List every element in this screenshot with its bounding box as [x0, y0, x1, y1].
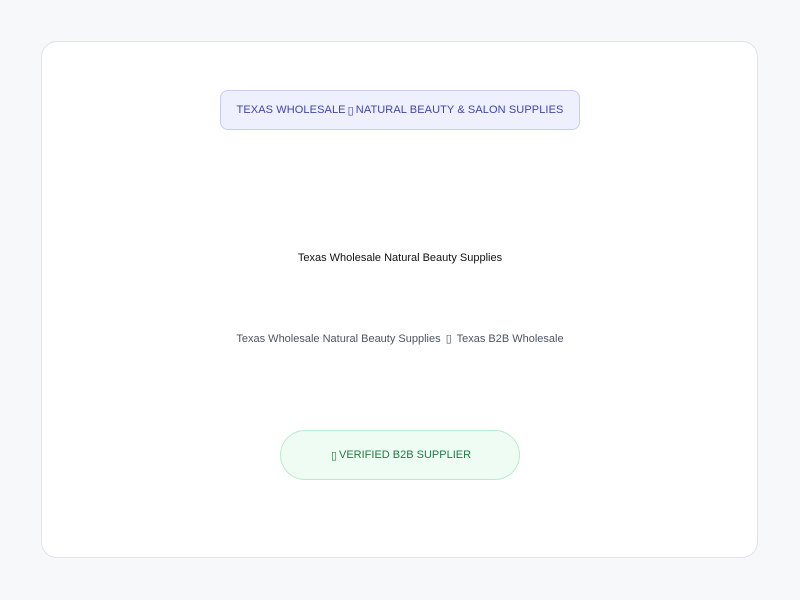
banner-separator: ▯ — [347, 104, 354, 117]
page-subtitle: Texas Wholesale Natural Beauty Supplies … — [0, 332, 800, 345]
subtitle-left-text: Texas Wholesale Natural Beauty Supplies — [236, 333, 441, 345]
subtitle-separator: ▯ — [445, 333, 452, 345]
category-banner: TEXAS WHOLESALE ▯ NATURAL BEAUTY & SALON… — [220, 90, 580, 130]
subtitle-right-text: Texas B2B Wholesale — [456, 333, 564, 345]
verified-icon: ▯ — [330, 449, 337, 462]
verified-supplier-badge: ▯ VERIFIED B2B SUPPLIER — [280, 430, 520, 480]
page-title: Texas Wholesale Natural Beauty Supplies — [297, 252, 503, 264]
banner-right-text: NATURAL BEAUTY & SALON SUPPLIES — [355, 104, 564, 116]
banner-left-text: TEXAS WHOLESALE — [236, 104, 346, 116]
badge-label: VERIFIED B2B SUPPLIER — [339, 449, 472, 461]
